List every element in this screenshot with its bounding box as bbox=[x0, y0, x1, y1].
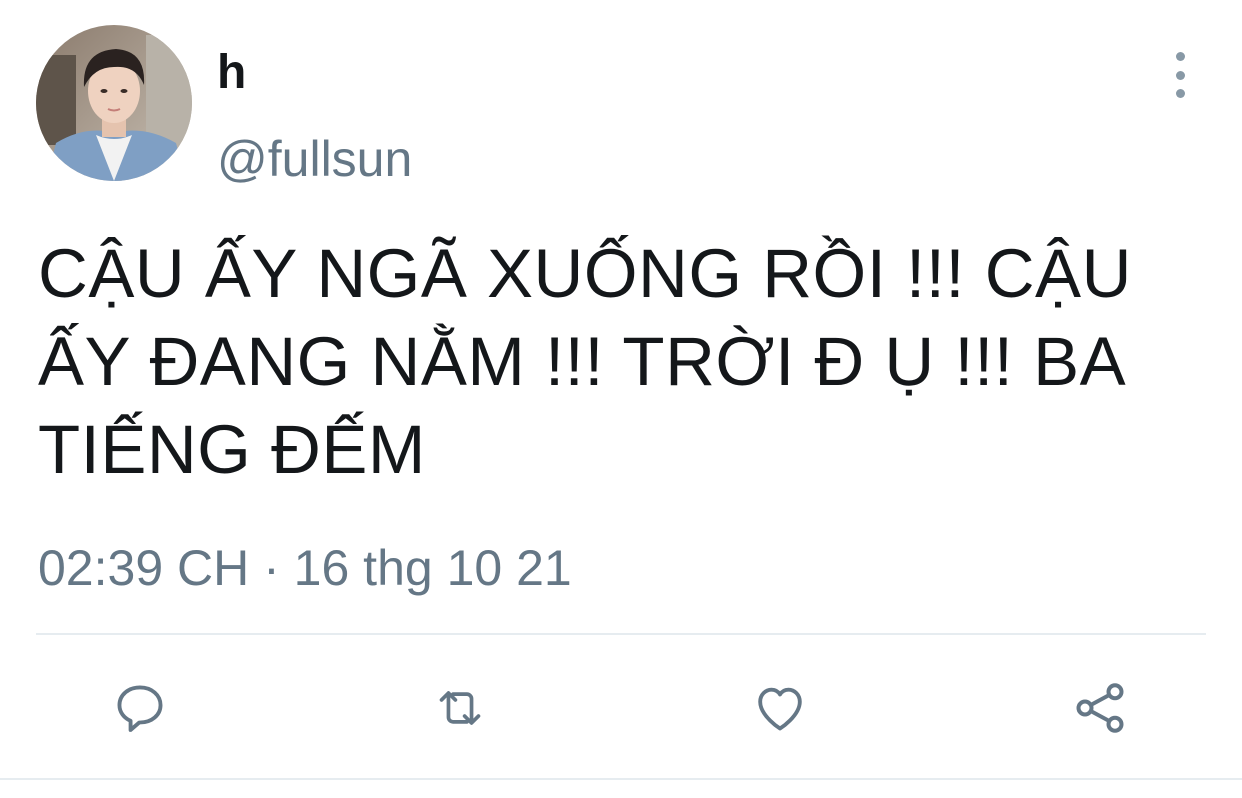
more-icon-dot bbox=[1175, 70, 1185, 80]
avatar-photo bbox=[36, 25, 192, 181]
like-button[interactable] bbox=[750, 678, 810, 738]
share-button[interactable] bbox=[1070, 678, 1130, 738]
user-handle[interactable]: @fullsun bbox=[217, 128, 412, 190]
retweet-button[interactable] bbox=[430, 678, 490, 738]
tweet-text: CẬU ẤY NGÃ XUỐNG RỒI !!! CẬU ẤY ĐANG NẰM… bbox=[38, 235, 1132, 488]
more-vertical-icon bbox=[1175, 52, 1185, 61]
reply-icon bbox=[117, 685, 163, 732]
tweet-timestamp[interactable]: 02:39 CH · 16 thg 10 21 bbox=[38, 538, 572, 598]
more-icon-dot bbox=[1175, 89, 1185, 98]
bottom-divider bbox=[0, 778, 1242, 780]
share-icon bbox=[1076, 683, 1124, 733]
more-options-button[interactable] bbox=[1160, 52, 1200, 98]
tweet-card: h @fullsun CẬU ẤY NGÃ XUỐNG RỒI !!! CẬU … bbox=[0, 0, 1242, 798]
retweet-icon bbox=[439, 691, 481, 725]
display-name[interactable]: h bbox=[217, 44, 246, 102]
heart-icon bbox=[758, 687, 802, 731]
divider bbox=[36, 633, 1206, 635]
reply-button[interactable] bbox=[110, 678, 170, 738]
avatar[interactable] bbox=[36, 25, 192, 181]
